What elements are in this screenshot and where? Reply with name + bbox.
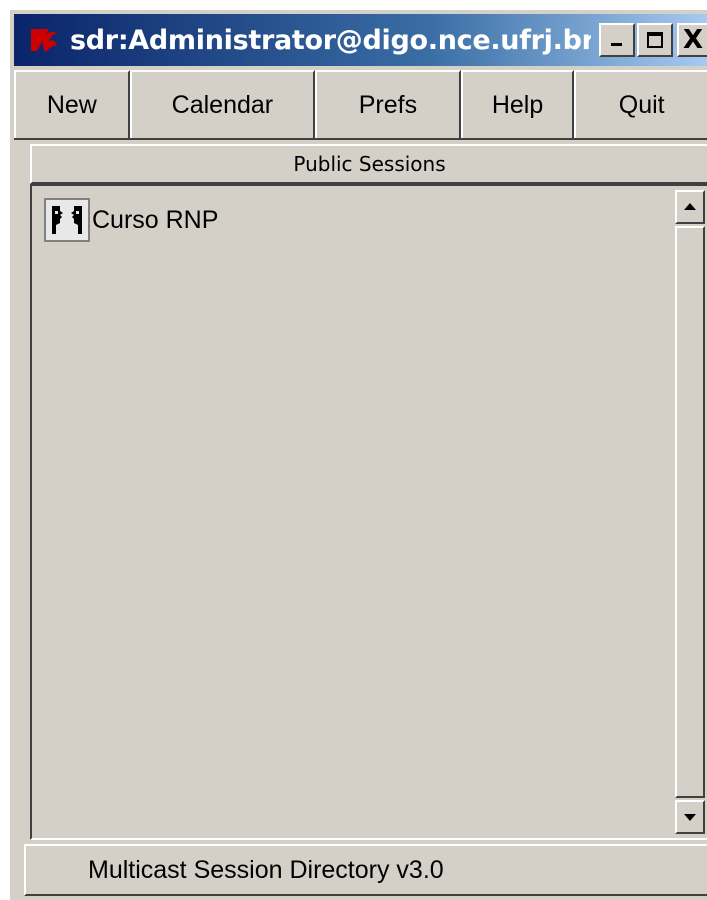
quit-button[interactable]: Quit bbox=[574, 70, 707, 138]
scroll-up-button[interactable] bbox=[675, 190, 705, 224]
title-bar[interactable]: sdr:Administrator@digo.nce.ufrj.br X bbox=[14, 14, 707, 66]
status-bar: Multicast Session Directory v3.0 bbox=[24, 844, 707, 896]
tk-feather-icon bbox=[24, 20, 64, 60]
new-button[interactable]: New bbox=[14, 70, 130, 138]
status-text: Multicast Session Directory v3.0 bbox=[88, 855, 444, 884]
arrow-down-icon bbox=[684, 814, 696, 821]
scroll-thumb[interactable] bbox=[675, 226, 705, 798]
arrow-up-icon bbox=[684, 203, 696, 210]
minimize-button[interactable] bbox=[599, 23, 635, 57]
session-people-icon[interactable] bbox=[44, 198, 90, 242]
prefs-button[interactable]: Prefs bbox=[315, 70, 461, 138]
sessions-list[interactable]: Curso RNP bbox=[30, 184, 707, 840]
maximize-icon bbox=[647, 32, 663, 48]
vertical-scrollbar[interactable] bbox=[675, 190, 705, 834]
menu-bar: New Calendar Prefs Help Quit bbox=[14, 70, 707, 140]
session-item[interactable]: Curso RNP bbox=[44, 198, 218, 242]
sdr-window: sdr:Administrator@digo.nce.ufrj.br X New… bbox=[8, 8, 707, 900]
window-title: sdr:Administrator@digo.nce.ufrj.br bbox=[70, 24, 591, 56]
session-label[interactable]: Curso RNP bbox=[92, 206, 218, 235]
calendar-button[interactable]: Calendar bbox=[129, 70, 316, 138]
minimize-icon bbox=[611, 43, 622, 46]
help-button[interactable]: Help bbox=[460, 70, 575, 138]
close-icon: X bbox=[682, 25, 704, 55]
close-button[interactable]: X bbox=[677, 23, 707, 57]
maximize-button[interactable] bbox=[637, 23, 673, 57]
public-sessions-header: Public Sessions bbox=[30, 144, 707, 184]
scroll-down-button[interactable] bbox=[675, 800, 705, 834]
